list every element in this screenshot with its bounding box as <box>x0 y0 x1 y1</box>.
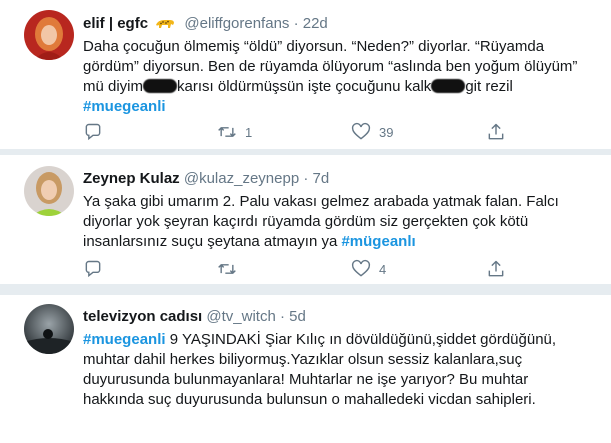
hashtag-link[interactable]: #mügeanlı <box>341 233 415 250</box>
reply-icon <box>83 122 103 142</box>
tweet-card[interactable]: elif | egfc @eliffgorenfans · 22d Daha ç… <box>0 0 611 150</box>
tweet-text: Ya şaka gibi umarım 2. Palu vakası gelme… <box>83 192 591 252</box>
like-count: 4 <box>379 261 387 277</box>
tweet-timestamp[interactable]: 22d <box>303 15 328 32</box>
separator-dot: · <box>279 308 285 325</box>
hashtag-link[interactable]: #muegeanli <box>83 98 166 115</box>
tweet-card[interactable]: Zeynep Kulaz @kulaz_zeynepp · 7d Ya şaka… <box>0 154 611 285</box>
leopard-emoji-icon <box>154 16 176 30</box>
tweet-header: elif | egfc @eliffgorenfans · 22d <box>83 14 591 34</box>
redaction-blot <box>143 79 178 93</box>
retweet-count: 1 <box>245 124 253 140</box>
share-icon <box>486 122 506 142</box>
reply-button[interactable] <box>83 122 111 142</box>
like-button[interactable]: 39 <box>351 122 393 142</box>
avatar[interactable] <box>24 10 74 60</box>
user-handle[interactable]: @tv_witch <box>206 308 275 325</box>
display-name[interactable]: televizyon cadısı <box>83 308 202 325</box>
tweet-header: televizyon cadısı @tv_witch · 5d <box>83 307 591 327</box>
retweet-button[interactable]: 1 <box>217 122 252 142</box>
avatar[interactable] <box>24 304 74 354</box>
like-button[interactable]: 4 <box>351 259 386 279</box>
separator-dot: · <box>303 170 309 187</box>
tweet-text-part: Ya şaka gibi umarım 2. Palu vakası gelme… <box>83 193 559 250</box>
like-icon <box>351 259 371 279</box>
tweet-header: Zeynep Kulaz @kulaz_zeynepp · 7d <box>83 169 591 189</box>
share-button[interactable] <box>486 259 506 279</box>
redaction-blot <box>431 79 466 93</box>
retweet-icon <box>217 259 237 279</box>
user-handle[interactable]: @eliffgorenfans <box>184 15 289 32</box>
tweet-timestamp[interactable]: 5d <box>289 308 306 325</box>
avatar[interactable] <box>24 166 74 216</box>
tweet-feed: elif | egfc @eliffgorenfans · 22d Daha ç… <box>0 0 611 443</box>
tweet-timestamp[interactable]: 7d <box>313 170 330 187</box>
hashtag-link[interactable]: #muegeanli <box>83 331 166 348</box>
reply-button[interactable] <box>83 259 111 279</box>
tweet-text-part: karısı öldürmüşsün işte çocuğunu kalk <box>177 78 432 95</box>
like-icon <box>351 122 371 142</box>
tweet-card[interactable]: televizyon cadısı @tv_witch · 5d #muegea… <box>0 294 611 443</box>
retweet-button[interactable] <box>217 259 245 279</box>
share-icon <box>486 259 506 279</box>
separator-dot: · <box>293 15 299 32</box>
reply-icon <box>83 259 103 279</box>
tweet-actions: 1 39 <box>83 122 513 142</box>
display-name[interactable]: Zeynep Kulaz <box>83 170 180 187</box>
tweet-text-part: git rezil <box>465 78 513 95</box>
display-name[interactable]: elif | egfc <box>83 15 148 32</box>
like-count: 39 <box>379 124 394 140</box>
retweet-icon <box>217 122 237 142</box>
tweet-text: Daha çocuğun ölmemiş “öldü” diyorsun. “N… <box>83 37 591 117</box>
share-button[interactable] <box>486 122 506 142</box>
tweet-text: #muegeanli 9 YAŞINDAKİ Şiar Kılıç ın döv… <box>83 330 591 410</box>
tweet-actions: 4 <box>83 259 513 279</box>
user-handle[interactable]: @kulaz_zeynepp <box>184 170 299 187</box>
